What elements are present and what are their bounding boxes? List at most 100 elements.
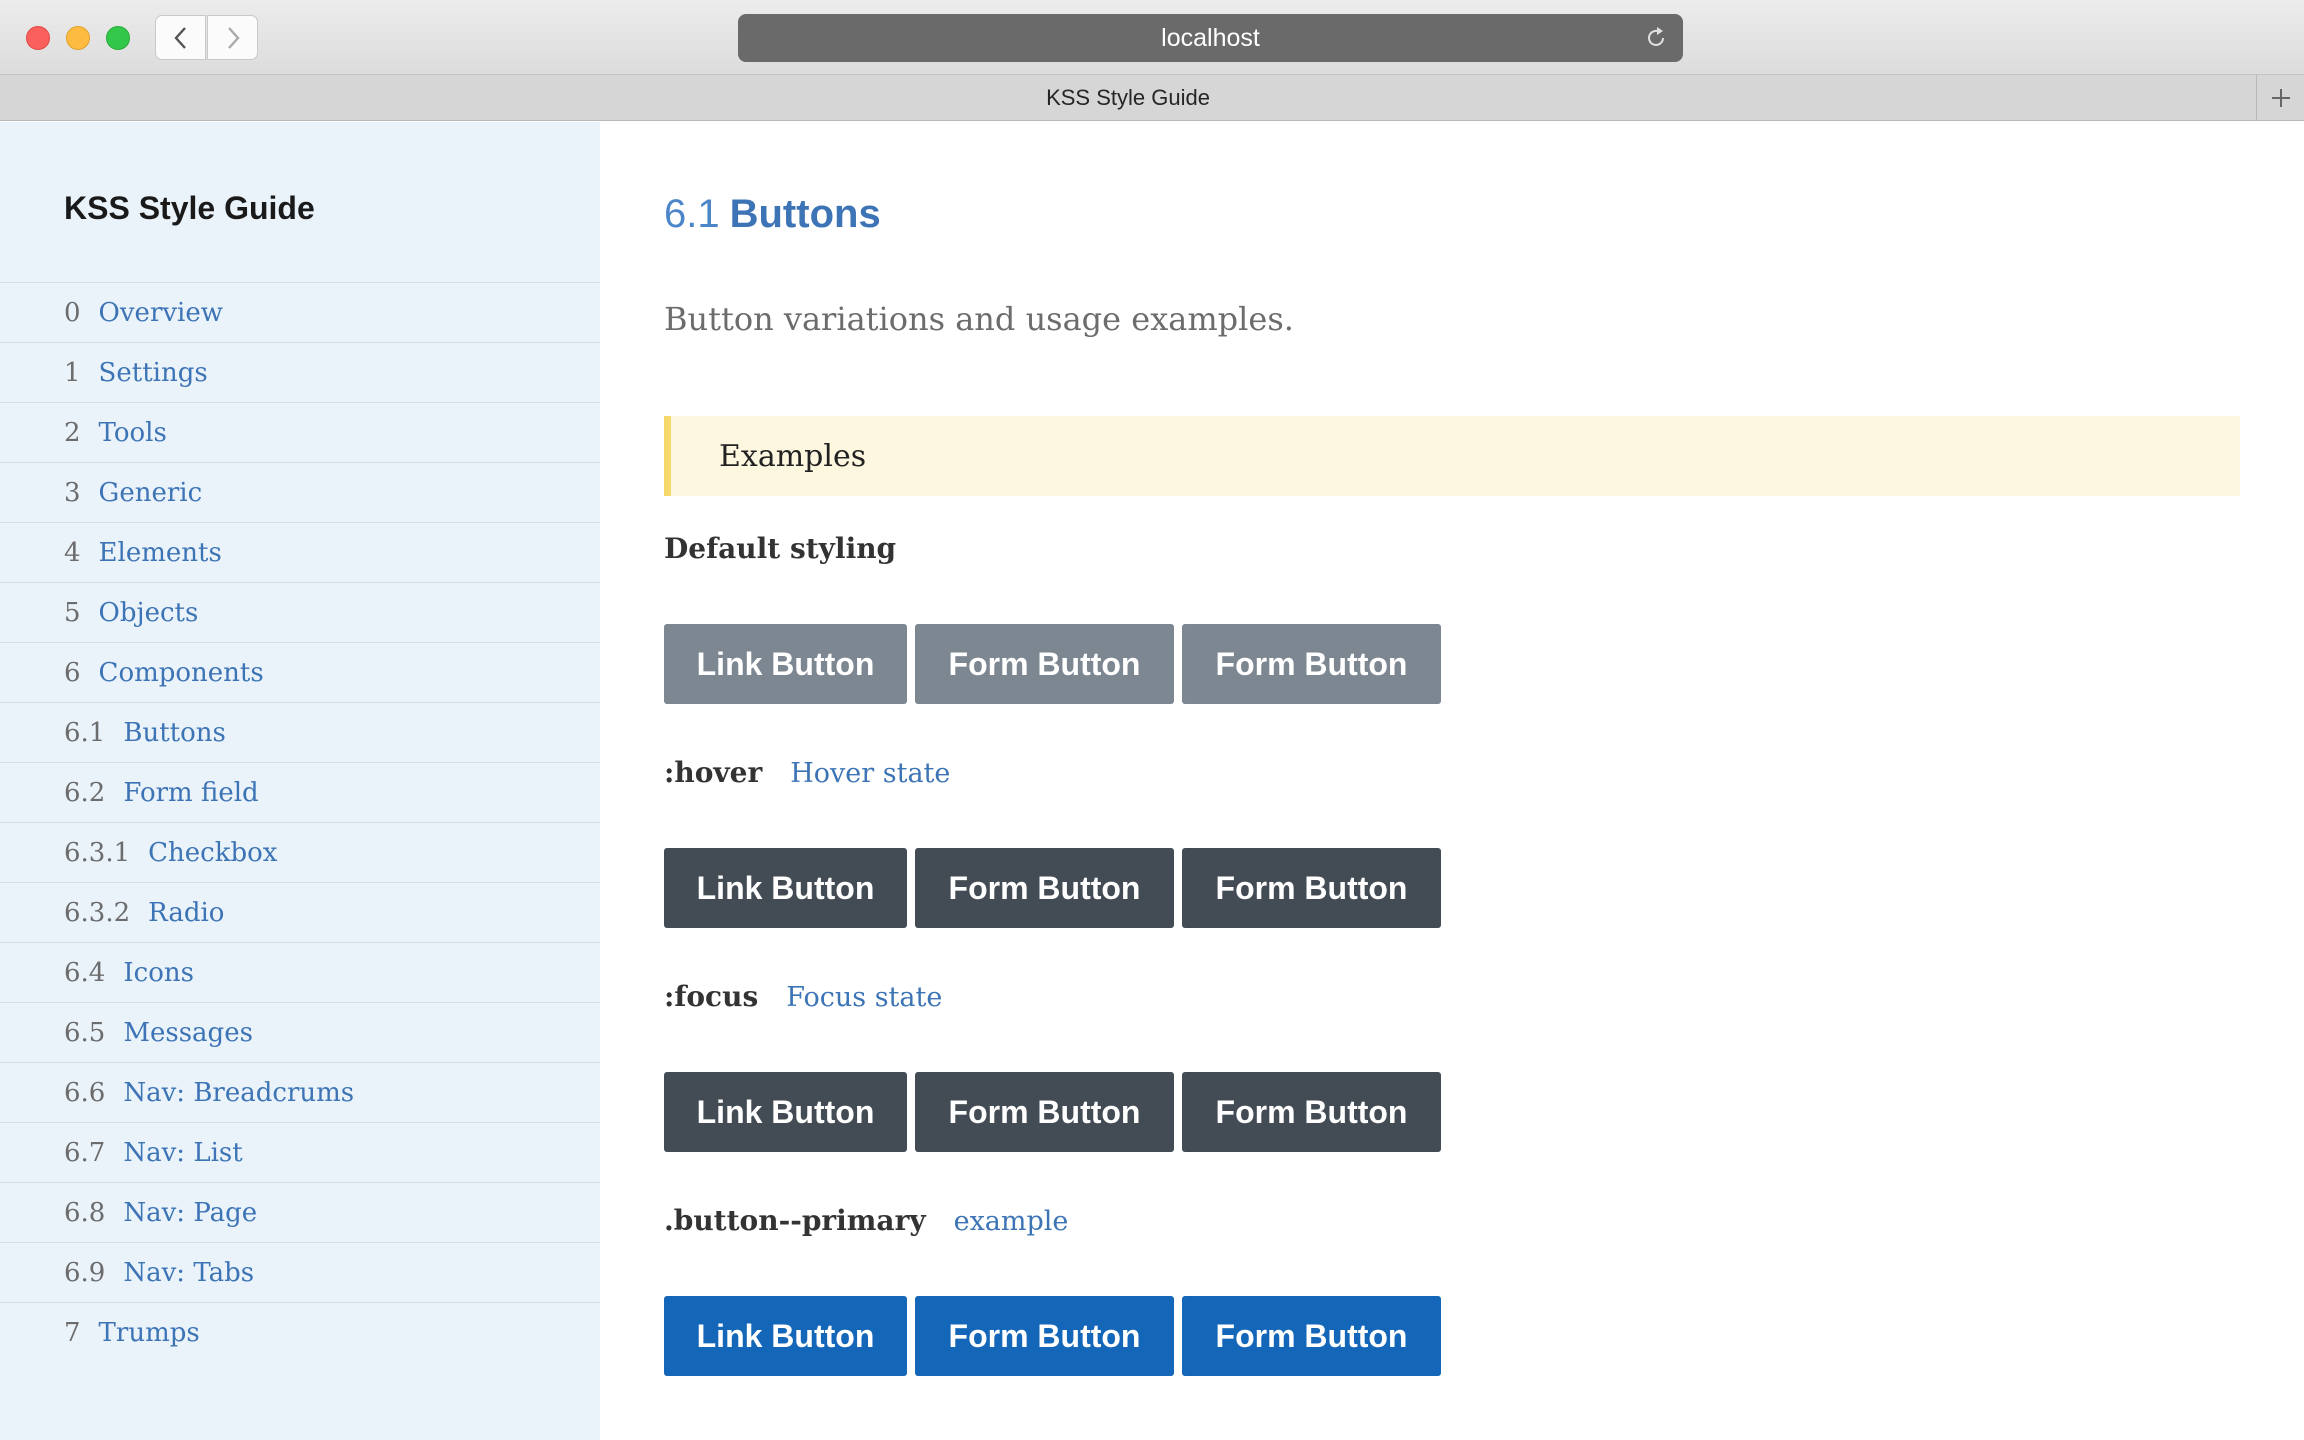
- sidebar-item-trumps[interactable]: 7 Trumps: [0, 1302, 600, 1362]
- focus-buttons-row: Link Button Form Button Form Button: [664, 1072, 1441, 1152]
- sidebar-item-settings[interactable]: 1 Settings: [0, 342, 600, 402]
- nav-label: Icons: [123, 957, 194, 988]
- nav-number: 6.5: [64, 1017, 106, 1048]
- nav-label: Nav: Page: [123, 1197, 258, 1228]
- new-tab-button[interactable]: [2256, 75, 2304, 120]
- nav-label: Overview: [98, 297, 224, 328]
- focus-modifier-row: :focus Focus state: [664, 980, 942, 1013]
- sidebar-item-elements[interactable]: 4 Elements: [0, 522, 600, 582]
- site-title[interactable]: KSS Style Guide: [64, 190, 315, 227]
- tab-title: KSS Style Guide: [1046, 84, 1210, 110]
- primary-modifier-row: .button--primary example: [664, 1204, 1068, 1237]
- link-button-primary[interactable]: Link Button: [664, 1296, 907, 1376]
- nav-label: Radio: [148, 897, 225, 928]
- sidebar-item-nav-page[interactable]: 6.8 Nav: Page: [0, 1182, 600, 1242]
- sidebar-item-nav-list[interactable]: 6.7 Nav: List: [0, 1122, 600, 1182]
- sidebar-item-components[interactable]: 6 Components: [0, 642, 600, 702]
- zoom-window-button[interactable]: [106, 26, 130, 50]
- modifier-name-primary: .button--primary: [664, 1204, 926, 1237]
- nav-label: Buttons: [123, 717, 226, 748]
- primary-buttons-row: Link Button Form Button Form Button: [664, 1296, 1441, 1376]
- chevron-right-icon: [227, 26, 240, 49]
- default-styling-heading: Default styling: [664, 532, 897, 565]
- nav-label: Trumps: [98, 1317, 200, 1348]
- nav-label: Elements: [98, 537, 222, 568]
- sidebar-item-radio[interactable]: 6.3.2 Radio: [0, 882, 600, 942]
- chevron-left-icon: [173, 26, 186, 49]
- section-number: 6.1: [664, 192, 720, 236]
- tab-bar: KSS Style Guide: [0, 75, 2304, 121]
- sidebar-item-generic[interactable]: 3 Generic: [0, 462, 600, 522]
- default-buttons-row: Link Button Form Button Form Button: [664, 624, 1441, 704]
- nav-number: 3: [64, 477, 81, 508]
- nav-label: Tools: [98, 417, 167, 448]
- modifier-name-focus: :focus: [664, 980, 759, 1013]
- modifier-desc-primary: example: [953, 1206, 1069, 1237]
- form-button-hover[interactable]: Form Button: [915, 848, 1174, 928]
- sidebar-item-messages[interactable]: 6.5 Messages: [0, 1002, 600, 1062]
- sidebar-item-checkbox[interactable]: 6.3.1 Checkbox: [0, 822, 600, 882]
- address-bar[interactable]: localhost: [738, 14, 1683, 62]
- nav-label: Nav: List: [123, 1137, 243, 1168]
- nav-label: Form field: [123, 777, 259, 808]
- link-button-hover[interactable]: Link Button: [664, 848, 907, 928]
- sidebar-nav: 0 Overview 1 Settings 2 Tools 3 Generic 4 Ele…: [0, 282, 600, 1362]
- nav-label: Checkbox: [148, 837, 278, 868]
- nav-number: 6.8: [64, 1197, 106, 1228]
- nav-number: 6.6: [64, 1077, 106, 1108]
- sidebar: KSS Style Guide 0 Overview 1 Settings 2 Too…: [0, 122, 600, 1440]
- modifier-desc-focus: Focus state: [786, 982, 943, 1013]
- sidebar-item-overview[interactable]: 0 Overview: [0, 282, 600, 342]
- nav-number: 2: [64, 417, 81, 448]
- hover-modifier-row: :hover Hover state: [664, 756, 950, 789]
- nav-number: 6.9: [64, 1257, 106, 1288]
- form-button-hover-2[interactable]: Form Button: [1182, 848, 1441, 928]
- nav-number: 4: [64, 537, 81, 568]
- nav-label: Generic: [98, 477, 203, 508]
- link-button-default[interactable]: Link Button: [664, 624, 907, 704]
- form-button-focus-2[interactable]: Form Button: [1182, 1072, 1441, 1152]
- modifier-name-hover: :hover: [664, 756, 763, 789]
- modifier-desc-hover: Hover state: [790, 758, 951, 789]
- nav-number: 6.1: [64, 717, 106, 748]
- back-button[interactable]: [155, 15, 206, 60]
- close-window-button[interactable]: [26, 26, 50, 50]
- reload-icon[interactable]: [1643, 25, 1669, 51]
- nav-label: Nav: Tabs: [123, 1257, 255, 1288]
- nav-label: Nav: Breadcrums: [123, 1077, 355, 1108]
- default-styling-row: Default styling: [664, 532, 896, 565]
- nav-label: Settings: [98, 357, 208, 388]
- page-title: 6.1 Buttons: [664, 192, 881, 237]
- section-description: Button variations and usage examples.: [664, 300, 1294, 338]
- hover-buttons-row: Link Button Form Button Form Button: [664, 848, 1441, 928]
- form-button-primary[interactable]: Form Button: [915, 1296, 1174, 1376]
- minimize-window-button[interactable]: [66, 26, 90, 50]
- sidebar-item-nav-tabs[interactable]: 6.9 Nav: Tabs: [0, 1242, 600, 1302]
- form-button-default[interactable]: Form Button: [915, 624, 1174, 704]
- form-button-default-2[interactable]: Form Button: [1182, 624, 1441, 704]
- form-button-focus[interactable]: Form Button: [915, 1072, 1174, 1152]
- link-button-focus[interactable]: Link Button: [664, 1072, 907, 1152]
- sidebar-item-icons[interactable]: 6.4 Icons: [0, 942, 600, 1002]
- nav-number: 0: [64, 297, 81, 328]
- tab-active[interactable]: KSS Style Guide: [0, 75, 2256, 120]
- forward-button[interactable]: [207, 15, 258, 60]
- nav-label: Messages: [123, 1017, 253, 1048]
- nav-number: 6.2: [64, 777, 106, 808]
- nav-number: 5: [64, 597, 81, 628]
- nav-label: Objects: [98, 597, 199, 628]
- nav-number: 6.4: [64, 957, 106, 988]
- sidebar-item-nav-breadcrums[interactable]: 6.6 Nav: Breadcrums: [0, 1062, 600, 1122]
- main-content: 6.1 Buttons Button variations and usage e…: [600, 122, 2304, 1440]
- section-title[interactable]: Buttons: [730, 192, 881, 236]
- sidebar-item-buttons[interactable]: 6.1 Buttons: [0, 702, 600, 762]
- sidebar-item-form-field[interactable]: 6.2 Form field: [0, 762, 600, 822]
- plus-icon: [2271, 88, 2290, 107]
- nav-label: Components: [98, 657, 264, 688]
- examples-label: Examples: [719, 438, 867, 474]
- sidebar-item-objects[interactable]: 5 Objects: [0, 582, 600, 642]
- form-button-primary-2[interactable]: Form Button: [1182, 1296, 1441, 1376]
- nav-number: 6: [64, 657, 81, 688]
- nav-number: 7: [64, 1317, 81, 1348]
- sidebar-item-tools[interactable]: 2 Tools: [0, 402, 600, 462]
